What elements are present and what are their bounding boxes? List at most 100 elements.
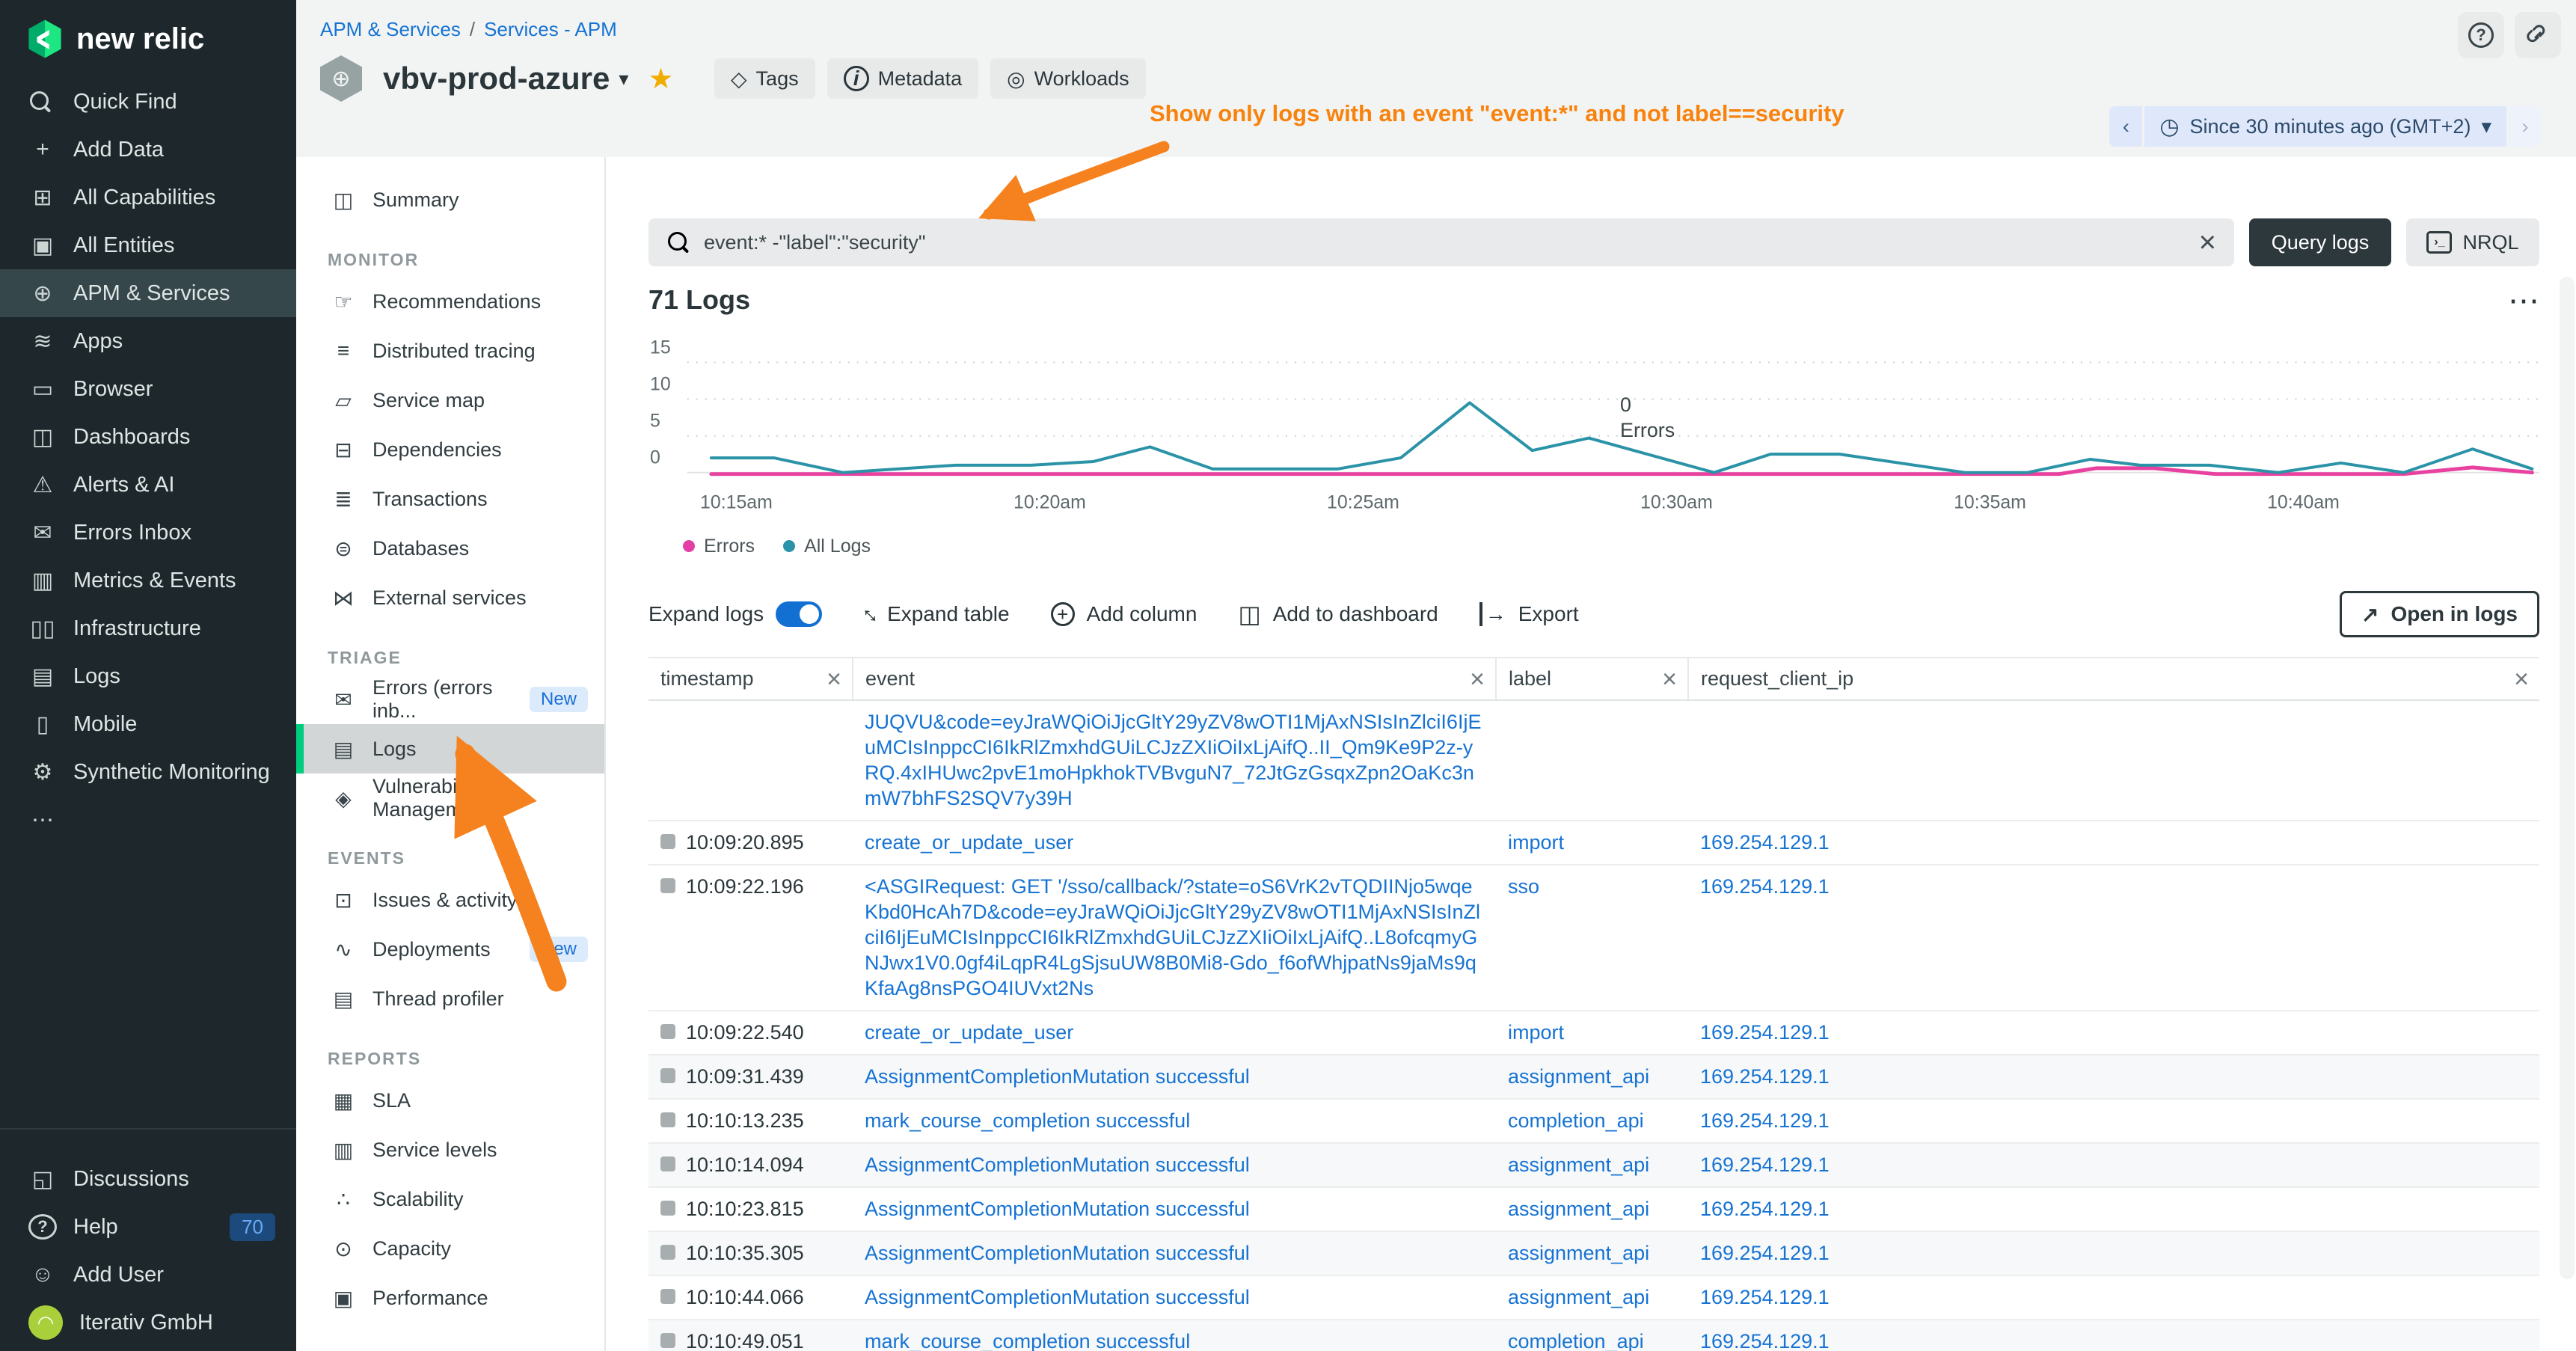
time-forward-button[interactable]: › [2509, 106, 2542, 147]
row-select-handle[interactable] [660, 1245, 675, 1260]
workloads-button[interactable]: ◎Workloads [990, 58, 1146, 99]
subnav-item-recommendations[interactable]: ☞Recommendations [296, 277, 604, 326]
column-header-timestamp[interactable]: timestamp× [648, 658, 853, 700]
open-in-logs-button[interactable]: Open in logs [2340, 591, 2539, 637]
ip-link[interactable]: 169.254.129.1 [1700, 1242, 1830, 1264]
row-select-handle[interactable] [660, 834, 675, 849]
label-link[interactable]: sso [1508, 875, 1539, 898]
sidebar-item-discussions[interactable]: ◱Discussions [0, 1155, 296, 1203]
ip-link[interactable]: 169.254.129.1 [1700, 1065, 1830, 1088]
label-link[interactable]: assignment_api [1508, 1065, 1649, 1088]
subnav-item-service-map[interactable]: ▱Service map [296, 376, 604, 425]
vertical-scrollbar[interactable] [2560, 277, 2575, 1279]
event-link[interactable]: JUQVU&code=eyJraWQiOiJjcGltY29yZV8wOTI1M… [865, 711, 1481, 809]
new-relic-logo[interactable]: new relic [0, 0, 296, 78]
sidebar-item-mobile[interactable]: ▯Mobile [0, 700, 296, 748]
label-link[interactable]: completion_api [1508, 1109, 1644, 1132]
time-back-button[interactable]: ‹ [2109, 106, 2142, 147]
row-select-handle[interactable] [660, 1333, 675, 1348]
copy-link-button[interactable] [2515, 12, 2561, 58]
label-link[interactable]: assignment_api [1508, 1154, 1649, 1176]
sidebar-item-add-user[interactable]: ☺Add User [0, 1251, 296, 1299]
remove-column-event-button[interactable]: × [1470, 667, 1485, 692]
ip-link[interactable]: 169.254.129.1 [1700, 1286, 1830, 1308]
subnav-item-capacity[interactable]: ⊙Capacity [296, 1224, 604, 1273]
sidebar-item-apm-services[interactable]: ⊕APM & Services [0, 269, 296, 317]
subnav-item-performance[interactable]: ▣Performance [296, 1273, 604, 1323]
subnav-item-external-services[interactable]: ⋈External services [296, 573, 604, 622]
label-link[interactable]: assignment_api [1508, 1286, 1649, 1308]
event-link[interactable]: create_or_update_user [865, 831, 1073, 854]
sidebar-item-apps[interactable]: ≋Apps [0, 317, 296, 365]
subnav-item-vulnerability-management[interactable]: ◈Vulnerability Management [296, 773, 604, 823]
chevron-down-icon[interactable]: ▾ [619, 67, 628, 91]
sidebar-item-dashboards[interactable]: ◫Dashboards [0, 413, 296, 461]
row-select-handle[interactable] [660, 1024, 675, 1039]
event-link[interactable]: AssignmentCompletionMutation successful [865, 1286, 1250, 1308]
subnav-item-thread-profiler[interactable]: ▤Thread profiler [296, 974, 604, 1023]
favorite-star-button[interactable]: ★ [648, 62, 673, 96]
subnav-item-scalability[interactable]: ∴Scalability [296, 1174, 604, 1224]
ip-link[interactable]: 169.254.129.1 [1700, 1330, 1830, 1351]
remove-column-timestamp-button[interactable]: × [827, 667, 841, 692]
ip-link[interactable]: 169.254.129.1 [1700, 1109, 1830, 1132]
metadata-button[interactable]: Metadata [827, 58, 979, 99]
label-link[interactable]: import [1508, 831, 1564, 854]
legend-errors[interactable]: Errors [683, 536, 755, 557]
subnav-item-databases[interactable]: ⊜Databases [296, 524, 604, 573]
label-link[interactable]: import [1508, 1021, 1564, 1044]
sidebar-item-synthetic-monitoring[interactable]: ⚙Synthetic Monitoring [0, 748, 296, 796]
log-query-input[interactable] [704, 231, 2186, 254]
event-link[interactable]: AssignmentCompletionMutation successful [865, 1065, 1250, 1088]
row-select-handle[interactable] [660, 1157, 675, 1171]
event-link[interactable]: mark_course_completion successful [865, 1109, 1190, 1132]
event-link[interactable]: AssignmentCompletionMutation successful [865, 1198, 1250, 1220]
time-range-button[interactable]: ◷ Since 30 minutes ago (GMT+2) ▾ [2144, 106, 2506, 147]
subnav-item-service-levels[interactable]: ▥Service levels [296, 1125, 604, 1174]
label-link[interactable]: completion_api [1508, 1330, 1644, 1351]
row-select-handle[interactable] [660, 1201, 675, 1216]
query-logs-button[interactable]: Query logs [2249, 218, 2391, 266]
remove-column-label-button[interactable]: × [1662, 667, 1677, 692]
column-header-label[interactable]: label× [1496, 658, 1688, 700]
ip-link[interactable]: 169.254.129.1 [1700, 831, 1830, 854]
entity-title[interactable]: vbv-prod-azure [383, 61, 610, 96]
row-select-handle[interactable] [660, 1289, 675, 1304]
sidebar-item-all-capabilities[interactable]: ⊞All Capabilities [0, 174, 296, 221]
label-link[interactable]: assignment_api [1508, 1198, 1649, 1220]
ip-link[interactable]: 169.254.129.1 [1700, 1154, 1830, 1176]
expand-logs-toggle[interactable] [776, 601, 822, 627]
sidebar-item-errors-inbox[interactable]: ✉Errors Inbox [0, 509, 296, 557]
sidebar-item-help[interactable]: Help70 [0, 1203, 296, 1251]
event-link[interactable]: mark_course_completion successful [865, 1330, 1190, 1351]
label-link[interactable]: assignment_api [1508, 1242, 1649, 1264]
subnav-item-summary[interactable]: ◫Summary [296, 175, 604, 224]
ip-link[interactable]: 169.254.129.1 [1700, 1021, 1830, 1044]
column-header-request_client_ip[interactable]: request_client_ip× [1688, 658, 2539, 700]
sidebar-item-quick-find[interactable]: Quick Find [0, 78, 296, 126]
ip-link[interactable]: 169.254.129.1 [1700, 1198, 1830, 1220]
subnav-item-issues-activity[interactable]: ⊡Issues & activity [296, 875, 604, 925]
row-select-handle[interactable] [660, 1112, 675, 1127]
help-button[interactable] [2458, 12, 2504, 58]
subnav-item-transactions[interactable]: ≣Transactions [296, 474, 604, 524]
event-link[interactable]: <ASGIRequest: GET '/sso/callback/?state=… [865, 875, 1480, 999]
expand-table-button[interactable]: Expand table [863, 601, 1009, 628]
subnav-item-logs[interactable]: ▤Logs [296, 724, 604, 773]
add-to-dashboard-button[interactable]: ◫ Add to dashboard [1238, 600, 1438, 628]
add-column-button[interactable]: Add column [1051, 602, 1197, 626]
row-select-handle[interactable] [660, 878, 675, 893]
nrql-button[interactable]: NRQL [2406, 218, 2539, 266]
sidebar-item-all-entities[interactable]: ▣All Entities [0, 221, 296, 269]
tags-button[interactable]: ◇Tags [714, 58, 815, 99]
clear-query-button[interactable]: × [2199, 227, 2216, 257]
row-select-handle[interactable] [660, 1068, 675, 1083]
sidebar-item-metrics-events[interactable]: ▥Metrics & Events [0, 557, 296, 604]
sidebar-item-add-data[interactable]: +Add Data [0, 126, 296, 174]
more-options-button[interactable]: ⋯ [2508, 292, 2539, 308]
breadcrumb-link[interactable]: Services - APM [484, 18, 617, 40]
subnav-item-errors-inbox[interactable]: ✉Errors (errors inb...New [296, 675, 604, 724]
sidebar-item-more[interactable]: ⋯ [0, 796, 296, 844]
event-link[interactable]: AssignmentCompletionMutation successful [865, 1154, 1250, 1176]
export-button[interactable]: Export [1479, 602, 1579, 626]
